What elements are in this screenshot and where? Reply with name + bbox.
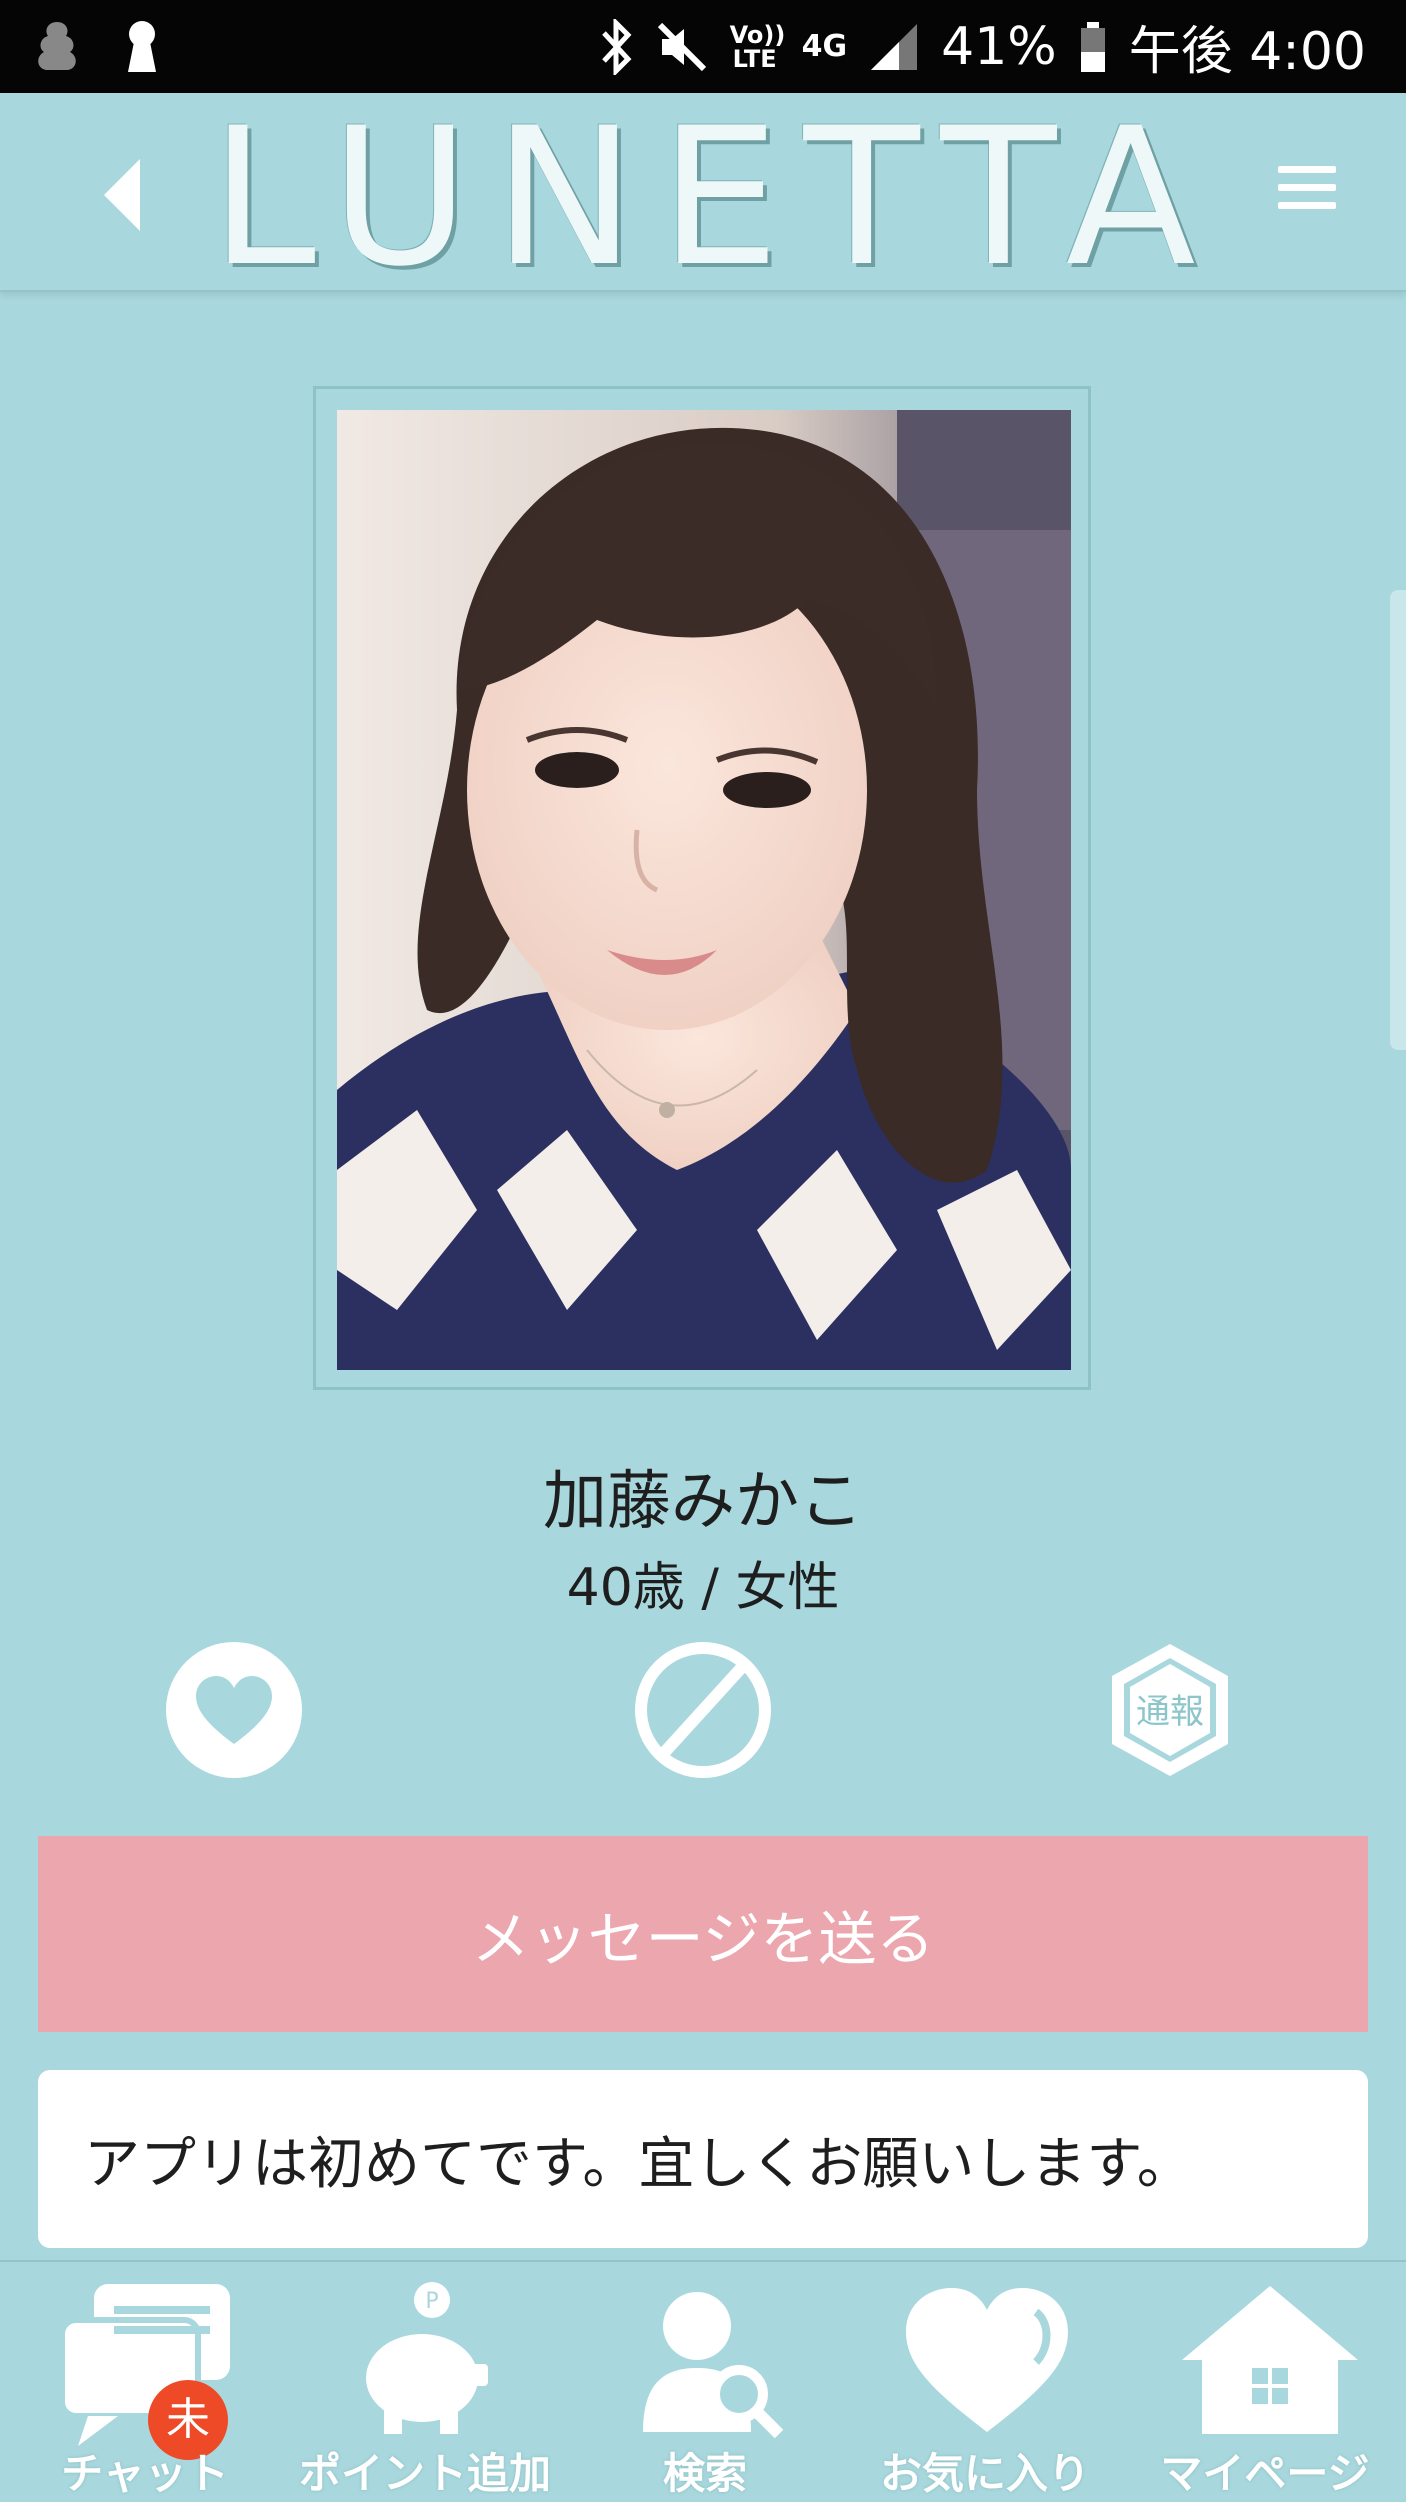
nav-chat[interactable]: 未 チャット bbox=[20, 2262, 270, 2502]
bottom-navigation: 未 チャット P ポイント追加 検索 お気に入り マイページ bbox=[0, 2260, 1406, 2502]
network-type: 4G bbox=[801, 28, 848, 64]
profile-photo-frame bbox=[313, 386, 1091, 1390]
scrollbar[interactable] bbox=[1390, 590, 1406, 1050]
nav-chat-label: チャット bbox=[61, 2449, 229, 2498]
send-message-button[interactable]: メッセージを送る bbox=[38, 1836, 1368, 2032]
menu-line-icon bbox=[1278, 166, 1336, 173]
nav-favorites-label: お気に入り bbox=[879, 2449, 1090, 2498]
like-button[interactable] bbox=[164, 1640, 304, 1780]
menu-line-icon bbox=[1278, 202, 1336, 209]
app-notification-icon bbox=[38, 22, 76, 70]
back-button[interactable] bbox=[96, 155, 156, 235]
profile-age-gender: 40歳 / 女性 bbox=[566, 1558, 840, 1618]
signal-icon bbox=[871, 23, 918, 70]
profile-name: 加藤みかこ bbox=[543, 1465, 863, 1539]
report-button[interactable]: 通報 bbox=[1100, 1640, 1240, 1780]
volte-indicator: Vo)) LTE bbox=[729, 20, 786, 73]
back-arrow-icon bbox=[104, 159, 140, 231]
nav-add-points-label: ポイント追加 bbox=[298, 2449, 551, 2498]
battery-percent: 41% bbox=[941, 16, 1057, 77]
block-button[interactable] bbox=[633, 1640, 773, 1780]
app-header: LUNETTA bbox=[0, 87, 1406, 308]
battery-icon bbox=[1080, 21, 1105, 72]
profile-intro: アプリは初めてです。宜しくお願いします。 bbox=[38, 2070, 1368, 2248]
keyhole-icon bbox=[128, 21, 156, 72]
app-logo: LUNETTA bbox=[210, 87, 1220, 308]
favorite-heart-icon bbox=[906, 2288, 1068, 2432]
nav-search[interactable]: 検索 bbox=[580, 2262, 830, 2502]
nav-mypage[interactable]: マイページ bbox=[1140, 2262, 1390, 2502]
profile-photo-image bbox=[337, 410, 1071, 1370]
nav-favorites[interactable]: お気に入り bbox=[850, 2262, 1120, 2502]
svg-text:P: P bbox=[425, 2289, 438, 2314]
home-icon bbox=[1182, 2286, 1358, 2434]
profile-photo[interactable] bbox=[337, 410, 1071, 1370]
menu-button[interactable] bbox=[1278, 166, 1336, 216]
menu-line-icon bbox=[1278, 184, 1336, 191]
status-bar: Vo)) LTE 4G 41% 午後 4:00 bbox=[0, 0, 1406, 93]
user-search-icon bbox=[643, 2292, 784, 2439]
nav-add-points[interactable]: P ポイント追加 bbox=[290, 2262, 560, 2502]
clock: 午後 4:00 bbox=[1128, 22, 1366, 82]
nav-search-label: 検索 bbox=[662, 2449, 747, 2498]
mute-icon bbox=[657, 22, 706, 71]
nav-mypage-label: マイページ bbox=[1160, 2449, 1370, 2498]
block-icon bbox=[635, 1642, 771, 1778]
bluetooth-icon bbox=[601, 18, 632, 75]
report-label: 通報 bbox=[1136, 1692, 1204, 1732]
heart-icon bbox=[166, 1642, 302, 1778]
piggy-bank-icon: P bbox=[366, 2282, 488, 2434]
